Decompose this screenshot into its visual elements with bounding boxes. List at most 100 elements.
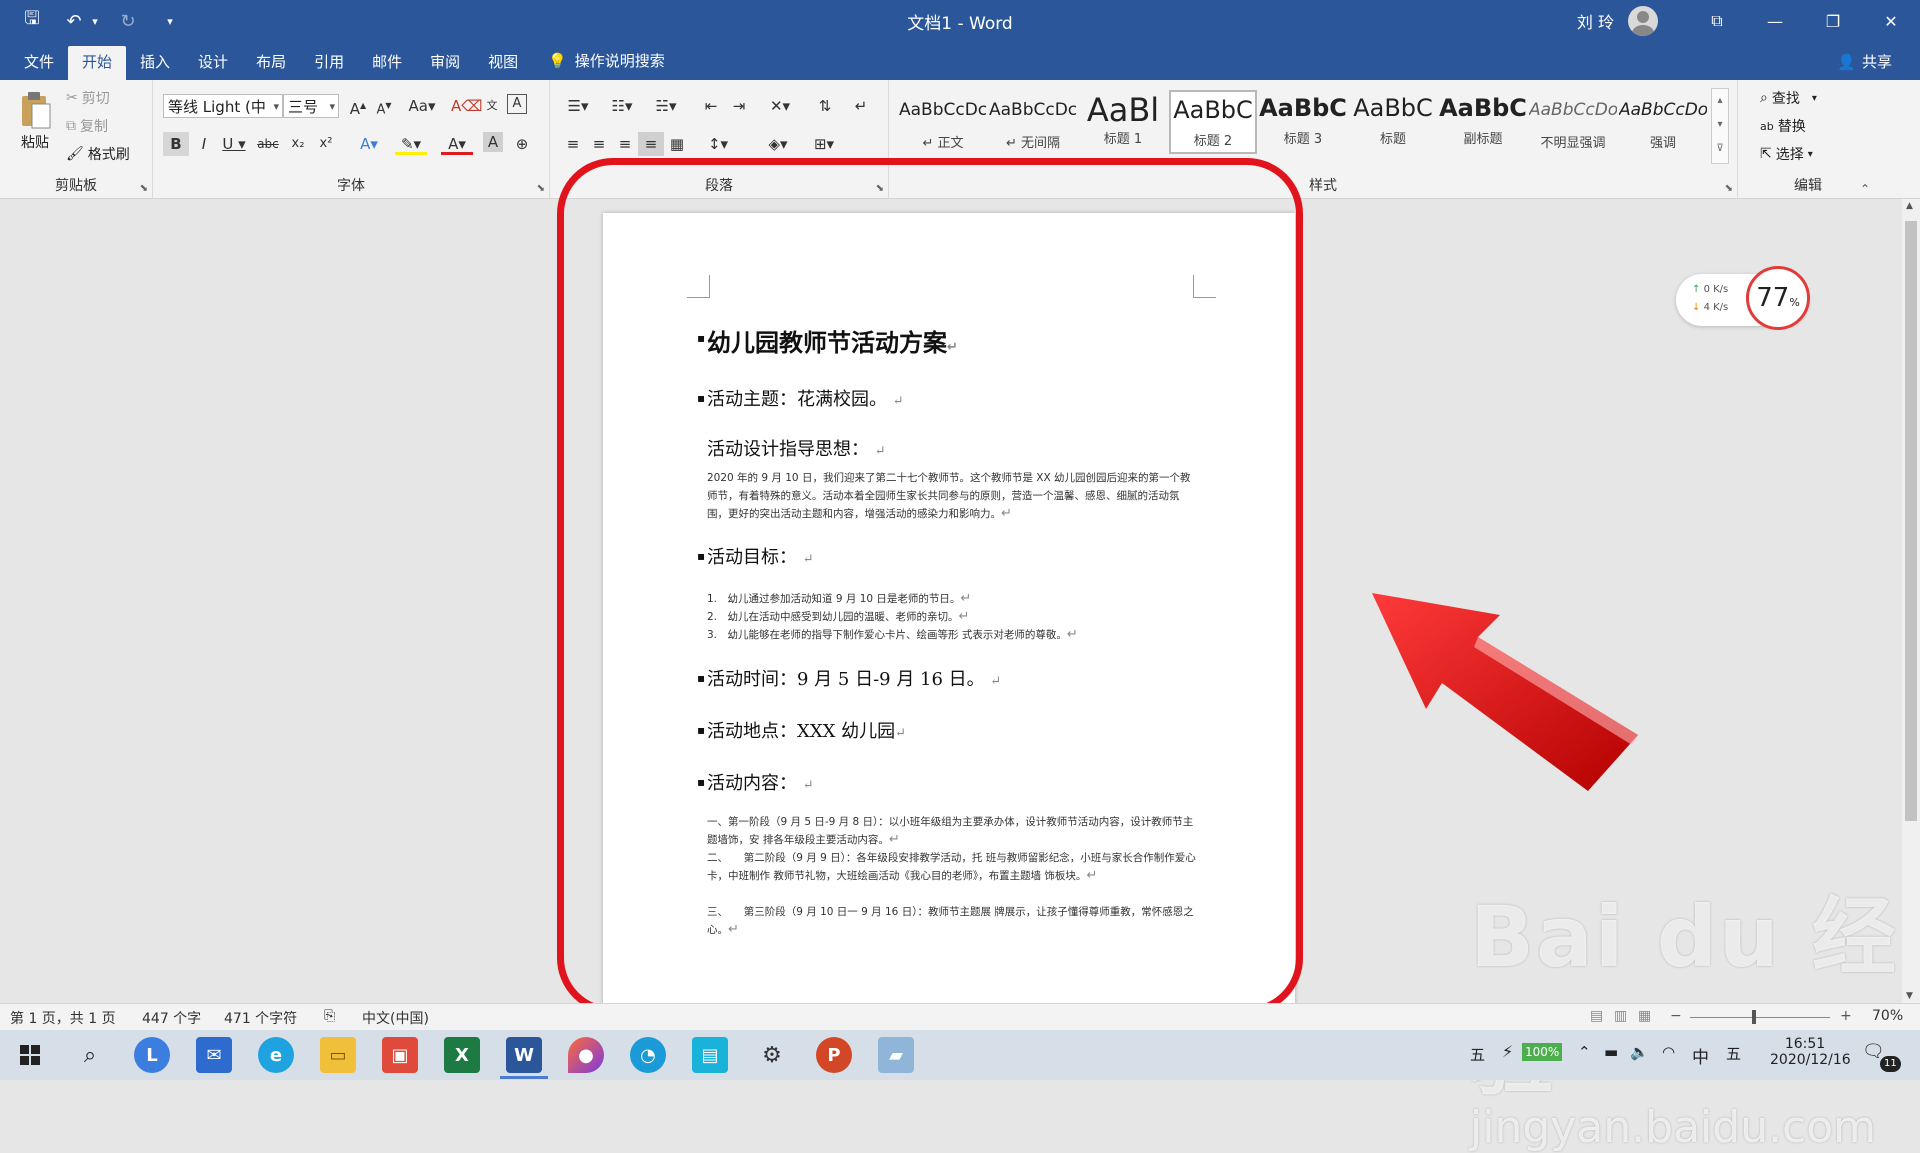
scroll-up-icon[interactable]: ▲ bbox=[1906, 201, 1913, 211]
document-page[interactable]: ▪ 幼儿园教师节活动方案↵ ▪ 活动主题：花满校园。 ↵ 活动设计指导思想： ↵ 2… bbox=[603, 213, 1295, 1013]
font-launcher-icon[interactable]: ⬊ bbox=[537, 183, 545, 194]
goal-item-2[interactable]: 2. 幼儿在活动中感受到幼儿园的温暖、老师的亲切。↵ bbox=[707, 609, 969, 624]
cut-button[interactable]: ✂ 剪切 bbox=[66, 88, 110, 108]
zoom-level[interactable]: 70% bbox=[1872, 1008, 1903, 1024]
superscript-icon[interactable]: x² bbox=[313, 132, 339, 156]
notes-app-icon[interactable]: ▰ bbox=[878, 1037, 914, 1073]
zoom-out-icon[interactable]: − bbox=[1670, 1008, 1682, 1024]
content-paragraph-3[interactable]: 三、 第三阶段（9 月 10 日一 9 月 16 日）：教师节主题展 牌展示，让… bbox=[707, 903, 1197, 939]
scroll-down-icon[interactable]: ▼ bbox=[1906, 991, 1913, 1001]
styles-gallery-scroll[interactable]: ▴ ▾ ⊽ bbox=[1711, 88, 1729, 164]
numbering-icon[interactable]: ☷▾ bbox=[604, 94, 640, 118]
style-heading-3[interactable]: AaBbC 标题 3 bbox=[1259, 90, 1347, 154]
word-icon[interactable]: W bbox=[506, 1037, 542, 1073]
paragraph-launcher-icon[interactable]: ⬊ bbox=[876, 183, 884, 194]
increase-indent-icon[interactable]: ⇥ bbox=[726, 94, 752, 118]
mail-icon[interactable]: ✉ bbox=[196, 1037, 232, 1073]
scroll-thumb[interactable] bbox=[1905, 221, 1917, 821]
content-paragraph-1[interactable]: 一、第一阶段（9 月 5 日-9 月 8 日）：以小班年级组为主要承办体，设计教… bbox=[707, 813, 1197, 849]
web-layout-icon[interactable]: ▦ bbox=[1638, 1008, 1651, 1024]
goal-item-1[interactable]: 1. 幼儿通过参加活动知道 9 月 10 日是老师的节日。↵ bbox=[707, 591, 971, 606]
restore-button[interactable]: ❐ bbox=[1804, 0, 1862, 42]
content-heading[interactable]: ▪ 活动内容： ↵ bbox=[697, 769, 814, 795]
goal-heading[interactable]: ▪ 活动目标： ↵ bbox=[697, 543, 814, 569]
style-normal[interactable]: AaBbCcDc ↵ 正文 bbox=[899, 90, 987, 154]
style-emphasis[interactable]: AaBbCcDo 强调 bbox=[1619, 90, 1707, 154]
screen-recorder-icon[interactable]: ▣ bbox=[382, 1037, 418, 1073]
save-icon[interactable]: 🖫 bbox=[18, 8, 46, 34]
ribbon-display-options-button[interactable]: ⧉ bbox=[1688, 0, 1746, 42]
style-subtle-emphasis[interactable]: AaBbCcDo 不明显强调 bbox=[1529, 90, 1617, 154]
borders-icon[interactable]: ⊞▾ bbox=[806, 132, 842, 156]
bold-icon[interactable]: B bbox=[163, 132, 189, 156]
volume-icon[interactable]: 🔈 bbox=[1630, 1043, 1649, 1093]
tab-file[interactable]: 文件 bbox=[10, 46, 68, 80]
document-title[interactable]: ▪ 幼儿园教师节活动方案↵ bbox=[697, 323, 958, 358]
tab-references[interactable]: 引用 bbox=[300, 46, 358, 80]
multilevel-list-icon[interactable]: ☵▾ bbox=[648, 94, 684, 118]
decrease-indent-icon[interactable]: ⇤ bbox=[698, 94, 724, 118]
tab-design[interactable]: 设计 bbox=[184, 46, 242, 80]
undo-icon[interactable]: ↶ bbox=[60, 8, 88, 34]
zoom-slider-thumb[interactable] bbox=[1752, 1010, 1756, 1024]
vertical-scrollbar[interactable]: ▲ ▼ bbox=[1902, 199, 1920, 1003]
clipboard-launcher-icon[interactable]: ⬊ bbox=[140, 183, 148, 194]
tab-insert[interactable]: 插入 bbox=[126, 46, 184, 80]
app-l-icon[interactable]: L bbox=[134, 1037, 170, 1073]
align-center-icon[interactable]: ≡ bbox=[586, 132, 612, 156]
customize-qat-icon[interactable]: ▾ bbox=[156, 8, 184, 34]
clear-formatting-icon[interactable]: A⌫ bbox=[451, 94, 482, 118]
style-title[interactable]: AaBbC 标题 bbox=[1349, 90, 1437, 154]
chevron-up-icon[interactable]: ⌃ bbox=[1578, 1043, 1591, 1093]
design-paragraph[interactable]: 2020 年的 9 月 10 日，我们迎来了第二十七个教师节。这个教师节是 XX… bbox=[707, 469, 1197, 523]
search-icon[interactable]: ⌕ bbox=[72, 1037, 108, 1073]
style-heading-2[interactable]: AaBbC 标题 2 bbox=[1169, 90, 1257, 154]
justify-icon[interactable]: ≡ bbox=[638, 132, 664, 156]
design-heading[interactable]: 活动设计指导思想： ↵ bbox=[707, 435, 886, 461]
edge-browser-icon[interactable]: ◔ bbox=[630, 1037, 666, 1073]
copy-button[interactable]: ⧉ 复制 bbox=[66, 116, 108, 136]
bullets-icon[interactable]: ☰▾ bbox=[560, 94, 596, 118]
place-line[interactable]: ▪ 活动地点：XXX 幼儿园↵ bbox=[697, 717, 906, 743]
close-button[interactable]: ✕ bbox=[1862, 0, 1920, 42]
theme-line[interactable]: ▪ 活动主题：花满校园。 ↵ bbox=[697, 385, 904, 411]
control-panel-icon[interactable]: ▤ bbox=[692, 1037, 728, 1073]
chinese-layout-icon[interactable]: ✕▾ bbox=[762, 94, 798, 118]
ime-indicator-1[interactable]: 五 bbox=[1470, 1044, 1485, 1094]
page-count[interactable]: 第 1 页，共 1 页 bbox=[10, 1008, 116, 1028]
zoom-slider[interactable] bbox=[1690, 1017, 1830, 1018]
enclose-characters-icon[interactable]: ⊕ bbox=[509, 132, 535, 156]
paint-app-icon[interactable]: ● bbox=[568, 1037, 604, 1073]
tab-mailings[interactable]: 邮件 bbox=[358, 46, 416, 80]
change-case-icon[interactable]: Aa▾ bbox=[405, 94, 439, 118]
avatar[interactable] bbox=[1628, 6, 1658, 36]
battery-percent[interactable]: 100% bbox=[1522, 1043, 1563, 1061]
sort-icon[interactable]: ⇅ bbox=[812, 94, 838, 118]
shading-icon[interactable]: ◈▾ bbox=[760, 132, 796, 156]
battery-icon[interactable]: ▬ bbox=[1604, 1043, 1618, 1093]
undo-dropdown-icon[interactable]: ▾ bbox=[90, 8, 100, 34]
content-paragraph-2[interactable]: 二、 第二阶段（9 月 9 日）：各年级段安排教学活动，托 班与教师留影纪念，小… bbox=[707, 849, 1197, 885]
distributed-icon[interactable]: ▦ bbox=[664, 132, 690, 156]
collapse-ribbon-icon[interactable]: ⌃ bbox=[1860, 182, 1870, 196]
proofing-icon[interactable]: ⎘ bbox=[324, 1008, 335, 1024]
strikethrough-icon[interactable]: abc bbox=[255, 132, 281, 156]
power-plug-icon[interactable]: ⚡ bbox=[1502, 1042, 1513, 1092]
goal-item-3[interactable]: 3. 幼儿能够在老师的指导下制作爱心卡片、绘画等形 式表示对老师的尊敬。↵ bbox=[707, 627, 1078, 642]
file-explorer-icon[interactable]: ▭ bbox=[320, 1037, 356, 1073]
wifi-icon[interactable]: ◠ bbox=[1662, 1043, 1675, 1093]
font-color-icon[interactable]: A▾ bbox=[441, 132, 473, 155]
language-status[interactable]: 中文(中国) bbox=[362, 1008, 429, 1028]
windows-start-icon[interactable] bbox=[12, 1037, 48, 1073]
character-border-icon[interactable]: A bbox=[507, 94, 527, 114]
style-subtitle[interactable]: AaBbC 副标题 bbox=[1439, 90, 1527, 154]
read-mode-icon[interactable]: ▤ bbox=[1590, 1008, 1603, 1024]
phonetic-guide-icon[interactable]: 文 bbox=[479, 94, 505, 118]
line-spacing-icon[interactable]: ↕▾ bbox=[700, 132, 736, 156]
style-no-spacing[interactable]: AaBbCcDc ↵ 无间隔 bbox=[989, 90, 1077, 154]
italic-icon[interactable]: I bbox=[191, 132, 217, 156]
format-painter-button[interactable]: 🖌 格式刷 bbox=[66, 144, 130, 164]
align-right-icon[interactable]: ≡ bbox=[612, 132, 638, 156]
settings-gear-icon[interactable]: ⚙ bbox=[754, 1037, 790, 1073]
text-effects-icon[interactable]: A▾ bbox=[353, 132, 385, 156]
